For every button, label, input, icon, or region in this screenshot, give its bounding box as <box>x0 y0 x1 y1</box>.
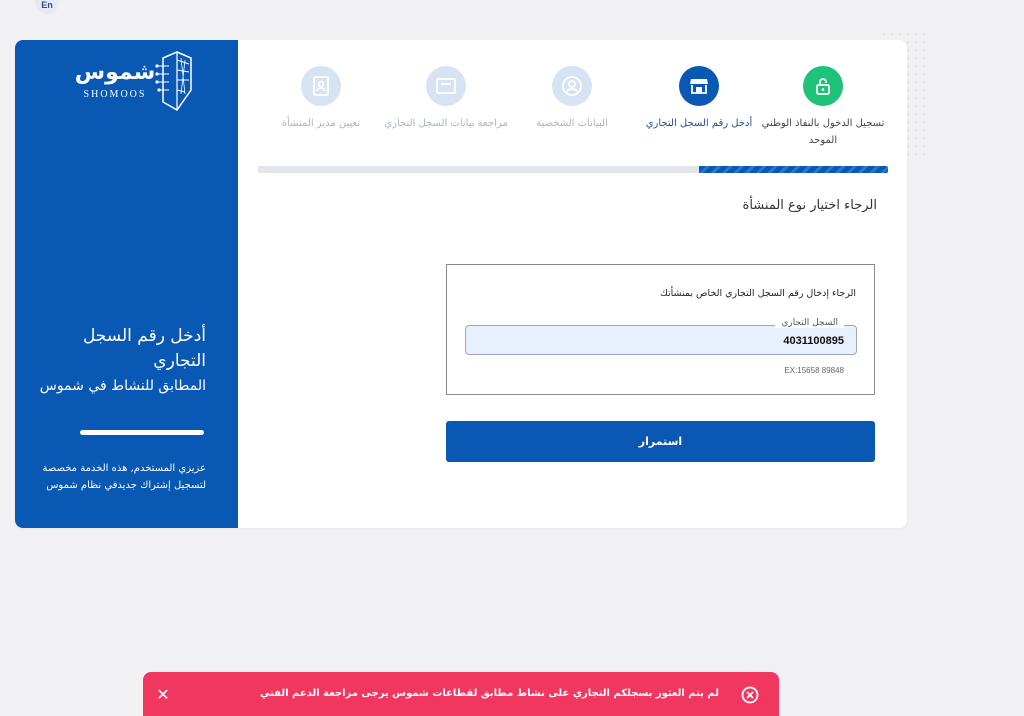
progress-fill <box>699 166 888 173</box>
sidebar-divider <box>80 430 204 435</box>
step-label: البيانات الشخصية <box>536 118 608 129</box>
form-label: الرجاء إدخال رقم السجل التجاري الخاص بمن… <box>660 288 856 299</box>
brand-logo-text: شموس SHOMOOS <box>70 60 160 100</box>
input-legend: السجل التجاري <box>775 318 844 328</box>
page-title: الرجاء اختيار نوع المنشأة <box>742 198 877 213</box>
commercial-register-form: الرجاء إدخال رقم السجل التجاري الخاص بمن… <box>446 264 875 395</box>
id-card-icon <box>301 66 341 106</box>
toast-message: لم يتم العثور بسجلكم التجاري على نشاط مط… <box>259 688 719 699</box>
step-review-register[interactable]: مراجعة بيانات السجل التجاري <box>376 66 516 132</box>
document-icon <box>426 66 466 106</box>
lock-icon <box>803 66 843 106</box>
sidebar-note: عزيزي المستخدم, هذه الخدمة مخصصة لتسجيل … <box>42 463 206 491</box>
store-icon <box>679 66 719 106</box>
progress-bar <box>258 166 888 173</box>
sidebar: شموس SHOMOOS أدخل رقم السجل التجاري المط… <box>15 40 238 528</box>
brand-name-ar: شموس <box>74 60 156 85</box>
step-nafath-login[interactable]: تسجيل الدخول بالنفاذ الوطني الموحد <box>753 66 893 149</box>
sidebar-title: أدخل رقم السجل التجاري <box>82 326 206 371</box>
commercial-register-input[interactable]: السجل التجاري 4031100895 <box>465 318 857 355</box>
brand-name-en: SHOMOOS <box>83 89 147 100</box>
registration-card: شموس SHOMOOS أدخل رقم السجل التجاري المط… <box>15 40 907 528</box>
input-value: 4031100895 <box>783 335 844 347</box>
input-hint: EX:15658 89848 <box>784 366 844 375</box>
language-toggle[interactable]: En <box>35 0 59 14</box>
step-label: مراجعة بيانات السجل التجاري <box>384 118 508 129</box>
error-toast: ✕ لم يتم العثور بسجلكم التجاري على نشاط … <box>143 672 779 716</box>
step-label: تعيين مدير المنشأة <box>281 118 361 129</box>
sidebar-subtitle: المطابق للنشاط في شموس <box>39 378 206 394</box>
user-icon <box>552 66 592 106</box>
error-circle-icon <box>741 686 759 708</box>
step-label: تسجيل الدخول بالنفاذ الوطني الموحد <box>761 118 885 146</box>
step-personal-data[interactable]: البيانات الشخصية <box>502 66 642 132</box>
step-label: أدخل رقم السجل التجاري <box>645 118 753 129</box>
close-icon[interactable]: ✕ <box>153 685 173 704</box>
continue-button[interactable]: استمرار <box>446 421 875 462</box>
step-commercial-register[interactable]: أدخل رقم السجل التجاري <box>629 66 769 132</box>
step-assign-manager[interactable]: تعيين مدير المنشأة <box>251 66 391 132</box>
shield-logo-icon <box>155 50 197 118</box>
